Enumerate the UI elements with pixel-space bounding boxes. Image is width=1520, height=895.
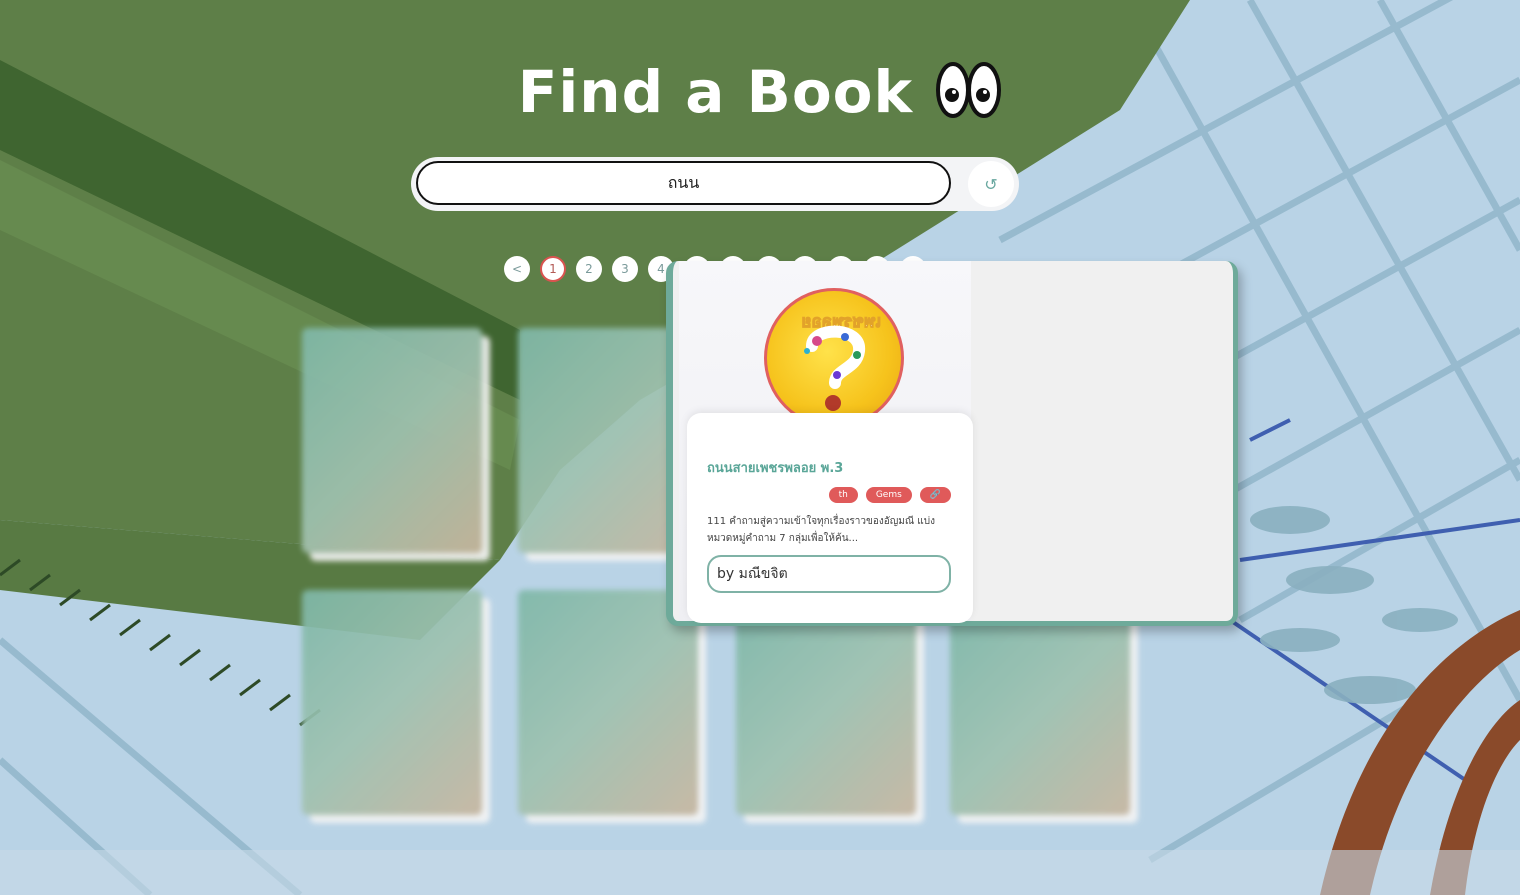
book-title: ถนนสายเพชรพลอย พ.3 (707, 461, 844, 476)
page-button-2[interactable]: 2 (576, 256, 602, 282)
tag-category[interactable]: Gems (865, 487, 912, 503)
book-cover-image[interactable]: เพชรพลอย (764, 288, 904, 428)
blurred-book-card[interactable] (302, 328, 482, 553)
page-button-1[interactable]: 1 (540, 256, 566, 282)
search-bar: ↺ (411, 157, 1019, 211)
tag-language[interactable]: th (828, 487, 858, 503)
blurred-book-card[interactable] (950, 610, 1130, 815)
eyes-icon (936, 61, 1002, 123)
refresh-icon: ↺ (984, 174, 998, 194)
page-title: Find a Book (517, 58, 914, 126)
book-description: 111 คำถามสู่ความเข้าใจทุกเรื่องราวของอัญ… (707, 516, 935, 544)
book-info-card: ถนนสายเพชรพลอย พ.3 th Gems 🔗 111 คำถามสู… (687, 413, 973, 623)
book-detail-panel: เพชรพลอย ถนนสายเพชรพลอย พ.3 th Gems 🔗 11… (679, 261, 973, 623)
blurred-book-card[interactable] (302, 590, 482, 815)
reset-button[interactable]: ↺ (968, 161, 1014, 207)
link-icon[interactable]: 🔗 (919, 487, 951, 503)
page-button-3[interactable]: 3 (612, 256, 638, 282)
tag-list: th Gems 🔗 (828, 487, 951, 503)
prev-page-button[interactable]: < (504, 256, 530, 282)
blurred-book-card[interactable] (736, 610, 916, 815)
book-author[interactable]: by มณีขจิต (707, 555, 951, 593)
book-detail-modal: เพชรพลอย ถนนสายเพชรพลอย พ.3 th Gems 🔗 11… (666, 261, 1238, 626)
title-area: Find a Book (0, 58, 1520, 126)
search-input[interactable] (416, 161, 951, 205)
